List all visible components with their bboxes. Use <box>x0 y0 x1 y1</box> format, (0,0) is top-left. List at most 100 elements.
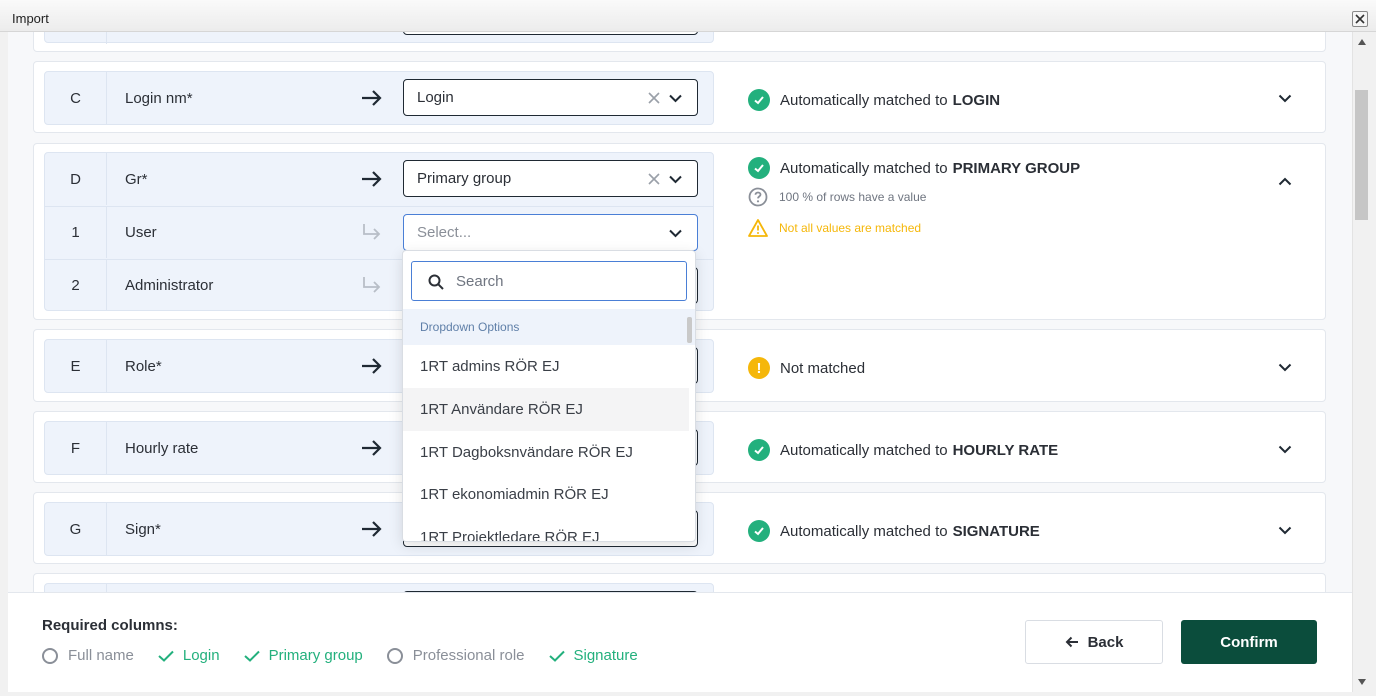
chevron-down-icon[interactable] <box>669 175 682 184</box>
triangle-up-icon <box>1358 39 1366 45</box>
match-status-e: ! Not matched <box>748 357 865 379</box>
values-warning: Not all values are matched <box>748 218 921 238</box>
arrow-right-icon <box>362 90 382 106</box>
match-status-d: Automatically matched to PRIMARY GROUP <box>748 157 1080 179</box>
clear-icon[interactable] <box>647 91 661 105</box>
window-scrollbar[interactable] <box>1352 32 1370 692</box>
dropdown-option[interactable]: 1RT Dagboksnvändare RÖR EJ <box>403 431 689 474</box>
mapping-row-partial-bottom <box>44 583 714 592</box>
question-circle-icon <box>748 187 768 207</box>
back-button[interactable]: Back <box>1025 620 1163 664</box>
value-select-user[interactable]: Select... <box>403 214 698 251</box>
mapping-row-d-main: D Gr* Primary group <box>45 153 713 205</box>
check-icon <box>158 650 174 662</box>
chevron-down-icon[interactable] <box>669 229 682 238</box>
dropdown-group-label: Dropdown Options <box>403 309 695 345</box>
scroll-up-arrow[interactable] <box>1353 34 1371 50</box>
back-label: Back <box>1087 633 1124 651</box>
mapping-list: C Login nm* Login Automatically matched … <box>8 32 1352 592</box>
match-status-c: Automatically matched to LOGIN <box>748 89 1000 111</box>
value-name: User <box>125 224 157 241</box>
column-letter <box>45 32 107 44</box>
dropdown-menu: Search Dropdown Options 1RT admins RÖR E… <box>402 250 696 542</box>
warning-text: Not all values are matched <box>779 221 922 235</box>
check-icon <box>243 650 260 662</box>
column-letter: C <box>45 72 107 124</box>
rows-value-text: 100 % of rows have a value <box>779 190 927 204</box>
mapping-row-partial-top <box>44 32 714 44</box>
mapping-select-partial[interactable] <box>403 32 698 35</box>
close-button[interactable] <box>1352 11 1368 27</box>
status-text: Automatically matched to <box>780 91 948 109</box>
mapping-card-partial-bottom <box>33 573 1326 592</box>
status-target: SIGNATURE <box>952 522 1040 540</box>
column-name: Gr* <box>125 170 148 188</box>
mapping-card-c: C Login nm* Login Automatically matched … <box>33 61 1326 133</box>
dropdown-option[interactable]: 1RT ekonomiadmin RÖR EJ <box>403 473 689 516</box>
arrow-sub-icon <box>363 277 381 293</box>
scroll-down-arrow[interactable] <box>1353 674 1371 690</box>
arrow-right-icon <box>362 521 382 537</box>
required-label: Signature <box>573 647 638 664</box>
column-name: Login nm* <box>125 89 193 107</box>
close-icon <box>1355 14 1365 24</box>
dropdown-scrollbar[interactable] <box>687 317 692 343</box>
chevron-up-icon[interactable] <box>1278 177 1292 186</box>
chevron-down-icon[interactable] <box>1278 445 1292 454</box>
dropdown-option[interactable]: 1RT Användare RÖR EJ <box>403 388 689 431</box>
arrow-right-icon <box>362 440 382 456</box>
status-text: Automatically matched to <box>780 159 948 177</box>
dropdown-search-input[interactable]: Search <box>411 261 687 301</box>
required-column-login: Login <box>158 647 220 664</box>
field-select-primary-group[interactable]: Primary group <box>403 160 698 197</box>
required-column-signature: Signature <box>548 647 638 664</box>
status-text: Automatically matched to <box>780 522 948 540</box>
column-letter: E <box>45 340 107 392</box>
required-column-professional-role: Professional role <box>386 647 525 664</box>
arrow-left-icon <box>1065 636 1078 648</box>
scrollbar-thumb[interactable] <box>1355 90 1368 220</box>
chevron-down-icon[interactable] <box>1278 363 1292 372</box>
confirm-button[interactable]: Confirm <box>1181 620 1317 664</box>
search-placeholder: Search <box>456 272 504 290</box>
chevron-down-icon[interactable] <box>1278 94 1292 103</box>
selected-value: Login <box>417 89 454 106</box>
dropdown-option[interactable]: 1RT Projektledare RÖR EJ <box>403 516 689 541</box>
empty-circle-icon <box>386 647 403 664</box>
required-column-full-name: Full name <box>42 647 134 664</box>
rows-value-info: 100 % of rows have a value <box>748 187 926 207</box>
required-label: Professional role <box>412 647 525 664</box>
check-icon <box>548 650 565 662</box>
select-placeholder: Select... <box>417 224 472 241</box>
field-select-login[interactable]: Login <box>403 79 698 116</box>
required-label: Full name <box>68 647 134 664</box>
clear-icon[interactable] <box>647 172 661 186</box>
mapping-card-partial-top <box>33 32 1326 52</box>
required-columns-title: Required columns: <box>42 617 178 634</box>
chevron-down-icon[interactable] <box>669 94 682 103</box>
match-status-g: Automatically matched to SIGNATURE <box>748 520 1040 542</box>
dropdown-option[interactable]: 1RT admins RÖR EJ <box>403 345 689 388</box>
empty-circle-icon <box>42 647 58 664</box>
required-label: Login <box>182 647 220 664</box>
window-titlebar: Import <box>0 0 1376 32</box>
required-columns-list: Full name Login Primary group Profession… <box>42 647 662 664</box>
check-circle-icon <box>748 439 770 461</box>
search-icon <box>428 274 444 290</box>
status-target: PRIMARY GROUP <box>952 159 1081 177</box>
arrow-right-icon <box>362 171 382 187</box>
arrow-right-icon <box>362 358 382 374</box>
selected-value: Primary group <box>417 170 512 187</box>
column-name: Sign* <box>125 520 161 538</box>
column-letter: D <box>45 153 107 205</box>
value-name: Administrator <box>125 277 214 294</box>
required-label: Primary group <box>268 647 363 664</box>
column-name: Role* <box>125 357 162 375</box>
exclamation-circle-icon: ! <box>748 357 770 379</box>
window-title: Import <box>12 11 49 26</box>
arrow-sub-icon <box>363 224 381 240</box>
chevron-down-icon[interactable] <box>1278 526 1292 535</box>
value-index: 1 <box>45 207 107 258</box>
check-circle-icon <box>748 89 770 111</box>
import-footer: Required columns: Full name Login Primar… <box>8 592 1352 692</box>
